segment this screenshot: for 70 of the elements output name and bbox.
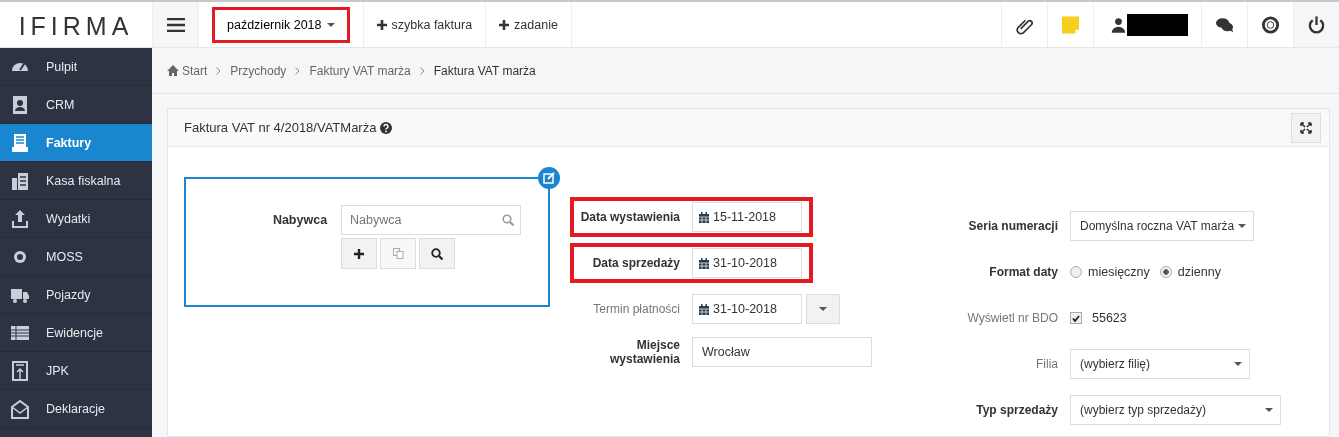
field-label: Termin płatności bbox=[592, 302, 681, 316]
breadcrumb-link[interactable]: Start bbox=[167, 63, 208, 78]
radio-button[interactable] bbox=[1159, 266, 1172, 278]
text-field[interactable]: Wrocław bbox=[692, 337, 872, 367]
sticky-note-icon bbox=[1061, 14, 1080, 35]
caret-icon bbox=[1234, 362, 1242, 366]
radio-button[interactable] bbox=[1070, 266, 1082, 278]
menu-button[interactable] bbox=[152, 2, 198, 47]
field-label: Format daty bbox=[988, 265, 1059, 279]
edit-icon[interactable] bbox=[538, 167, 560, 189]
field-label: Filia bbox=[1035, 357, 1059, 371]
upload-icon bbox=[10, 208, 30, 229]
add-buyer-button[interactable] bbox=[341, 238, 378, 269]
chevron-icon bbox=[216, 66, 222, 75]
date-field[interactable]: 15-11-2018 bbox=[692, 202, 802, 232]
caret-icon bbox=[1238, 224, 1247, 228]
breadcrumb-link[interactable]: Faktury VAT marża bbox=[309, 63, 411, 78]
field-label: Wyświetl nr BDO bbox=[966, 311, 1059, 325]
logo[interactable]: IFIRMA bbox=[18, 8, 134, 41]
lifebuoy-icon bbox=[1261, 14, 1280, 35]
cash-register-icon bbox=[10, 170, 30, 191]
buyer-search-field[interactable]: Nabywca bbox=[341, 205, 522, 235]
breadcrumb-current: Faktura VAT marża bbox=[433, 63, 536, 78]
checkmark-icon bbox=[1072, 314, 1080, 322]
plus-icon bbox=[354, 248, 365, 259]
redaction-block bbox=[1126, 13, 1188, 36]
card-title: Faktura VAT nr 4/2018/VATMarża bbox=[184, 120, 377, 135]
expand-button[interactable] bbox=[1291, 112, 1321, 143]
field-label: Data wystawienia bbox=[579, 210, 681, 224]
copy-icon bbox=[392, 248, 404, 259]
envelope-icon bbox=[10, 398, 30, 419]
period-dropdown[interactable]: październik 2018 bbox=[212, 6, 350, 43]
field-label: Seria numeracji bbox=[967, 219, 1059, 233]
chevron-icon bbox=[419, 66, 425, 75]
plus-icon bbox=[499, 19, 510, 30]
breadcrumb-link[interactable]: Przychody bbox=[230, 63, 287, 78]
field-label: Typ sprzedaży bbox=[975, 403, 1059, 417]
select-dropdown[interactable]: Domyślna roczna VAT marża bbox=[1070, 211, 1255, 241]
date-field[interactable]: 31-10-2018 bbox=[692, 294, 802, 324]
option-label: dzienny bbox=[1177, 265, 1221, 279]
help-icon bbox=[380, 121, 393, 134]
power-button[interactable] bbox=[1293, 2, 1339, 47]
option-label: miesięczny bbox=[1088, 265, 1150, 279]
power-icon bbox=[1307, 14, 1326, 35]
bdo-number: 55623 bbox=[1092, 311, 1127, 325]
calendar-icon bbox=[699, 257, 709, 269]
menu-icon bbox=[166, 17, 185, 32]
expand-icon bbox=[1300, 121, 1312, 134]
document-icon bbox=[10, 132, 30, 153]
search-icon bbox=[502, 214, 515, 226]
home-icon bbox=[167, 65, 179, 76]
chevron-icon bbox=[295, 66, 301, 75]
date-field[interactable]: 31-10-2018 bbox=[692, 248, 802, 278]
calendar-icon bbox=[699, 303, 709, 315]
field-label: Miejsce wystawienia bbox=[608, 338, 681, 366]
sidebar-item[interactable]: Faktury bbox=[0, 124, 152, 162]
plus-icon bbox=[376, 19, 387, 30]
file-upload-icon bbox=[10, 360, 30, 381]
contact-card-icon bbox=[10, 94, 30, 115]
field-label: Data sprzedaży bbox=[591, 256, 681, 270]
calendar-icon bbox=[699, 211, 709, 223]
select-dropdown[interactable]: (wybierz filię) bbox=[1070, 349, 1250, 379]
select-dropdown[interactable]: (wybierz typ sprzedaży) bbox=[1070, 395, 1281, 425]
caret-icon bbox=[1265, 408, 1273, 412]
checkbox[interactable] bbox=[1070, 312, 1082, 324]
caret-icon bbox=[819, 307, 827, 311]
search-buyer-button[interactable] bbox=[419, 238, 456, 269]
caret-icon bbox=[326, 22, 335, 27]
search-icon bbox=[431, 247, 444, 260]
field-label: Nabywca bbox=[272, 212, 328, 227]
